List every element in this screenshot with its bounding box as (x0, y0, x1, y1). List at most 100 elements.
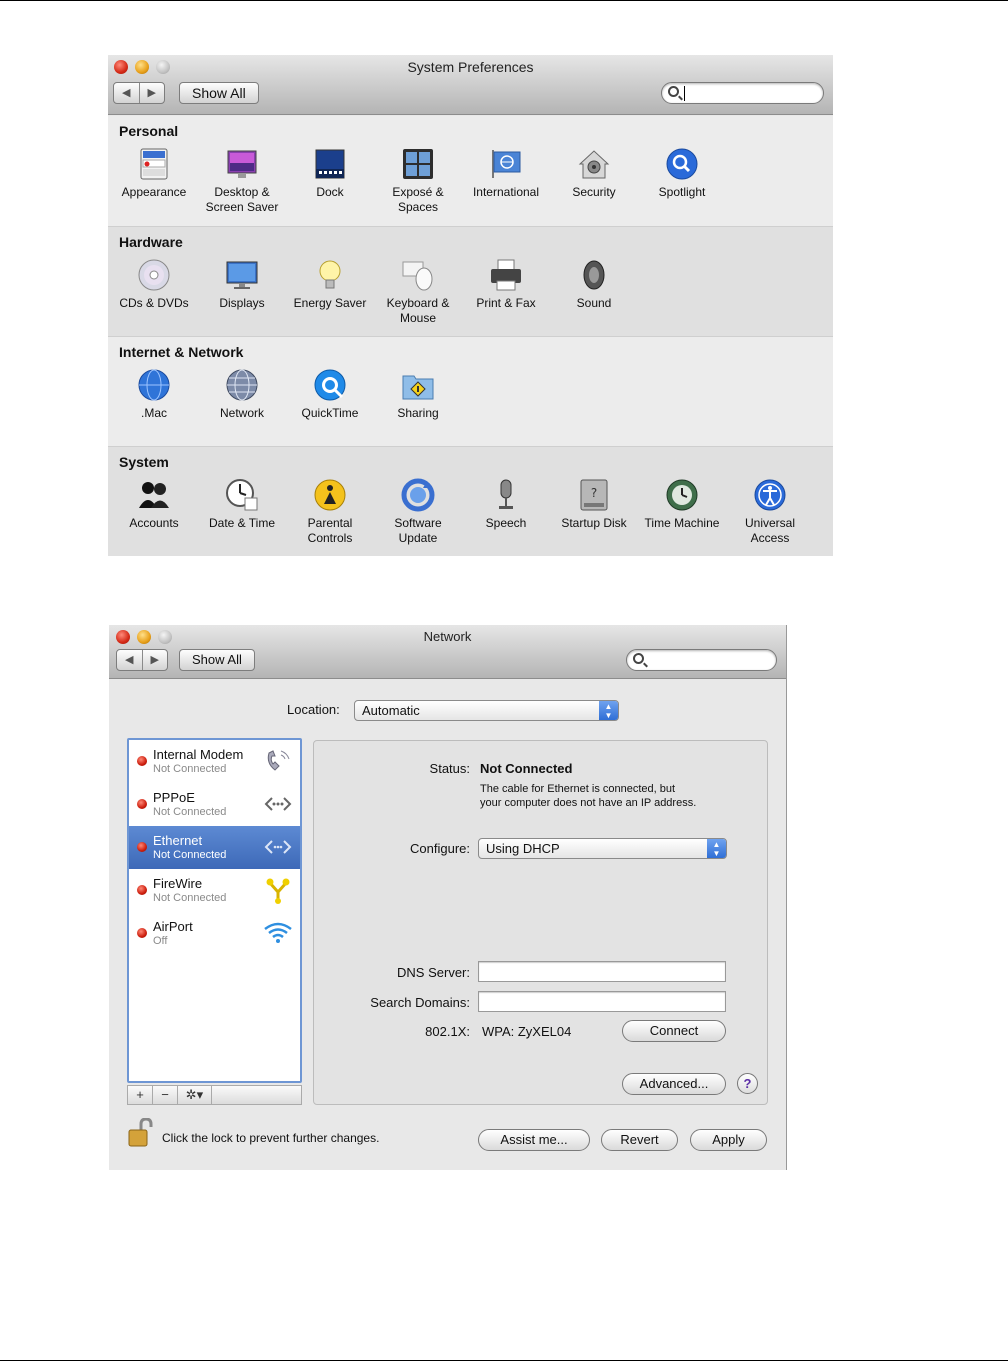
display-icon (226, 261, 258, 289)
service-list[interactable]: Internal Modem Not Connected PPPoE Not C… (127, 738, 302, 1083)
pane-security[interactable]: Security (550, 147, 638, 200)
service-name: Internal Modem (153, 747, 244, 762)
back-forward-buttons[interactable]: ◀ ▶ (113, 82, 165, 104)
pppoe-arrows-icon (264, 797, 292, 811)
pane-label: QuickTime (301, 406, 359, 420)
pane-print-fax[interactable]: Print & Fax (462, 258, 550, 311)
popup-arrows-icon: ▲ ▼ (707, 839, 726, 858)
quicktime-icon (314, 369, 346, 401)
service-internal-modem[interactable]: Internal Modem Not Connected (129, 740, 300, 783)
pane-label: Print & Fax (476, 296, 536, 310)
service-pppoe[interactable]: PPPoE Not Connected (129, 783, 300, 826)
help-button[interactable]: ? (737, 1073, 758, 1094)
advanced-button[interactable]: Advanced... (622, 1073, 726, 1095)
gear-menu-button[interactable]: ✲▾ (178, 1086, 212, 1104)
service-name: AirPort (153, 919, 193, 934)
revert-button[interactable]: Revert (601, 1129, 678, 1151)
printer-icon (491, 259, 521, 291)
desktop-icon (227, 150, 257, 178)
pane-mac[interactable]: .Mac (110, 368, 198, 421)
security-icon (578, 150, 610, 179)
pane-appearance[interactable]: Appearance (110, 147, 198, 200)
pane-speech[interactable]: Speech (462, 478, 550, 531)
pane-parental-controls[interactable]: Parental Controls (286, 478, 374, 546)
section-title: Hardware (119, 234, 183, 250)
pane-sharing[interactable]: Sharing (374, 368, 462, 421)
remove-service-button[interactable]: − (153, 1086, 178, 1104)
location-select[interactable]: Automatic ▲ ▼ (354, 700, 619, 721)
pane-dock[interactable]: Dock (286, 147, 374, 200)
pane-international[interactable]: International (462, 147, 550, 200)
pane-displays[interactable]: Displays (198, 258, 286, 311)
bulb-icon (319, 260, 341, 289)
show-all-button[interactable]: Show All (179, 649, 255, 671)
search-input[interactable] (626, 649, 777, 671)
section-internet-network: Internet & Network .Mac Network QuickTim… (108, 337, 833, 447)
detail-panel: Status: Not Connected The cable for Ethe… (313, 740, 768, 1105)
connect-button[interactable]: Connect (622, 1020, 726, 1042)
back-button[interactable]: ◀ (117, 650, 143, 670)
add-service-button[interactable]: + (128, 1086, 153, 1104)
service-ethernet[interactable]: Ethernet Not Connected (129, 826, 300, 869)
search-domains-field[interactable] (478, 991, 726, 1012)
forward-button[interactable]: ▶ (140, 83, 165, 103)
service-status: Not Connected (153, 763, 227, 775)
dns-server-field[interactable] (478, 961, 726, 982)
status-value: Not Connected (480, 761, 573, 776)
cd-icon (138, 259, 170, 291)
search-icon (668, 86, 679, 97)
pane-quicktime[interactable]: QuickTime (286, 368, 374, 421)
pane-label: Spotlight (658, 185, 706, 199)
network-globe-icon (226, 369, 258, 401)
pane-label: CDs & DVDs (119, 296, 189, 310)
assist-me-button[interactable]: Assist me... (478, 1129, 590, 1151)
pane-label: Displays (219, 296, 265, 310)
search-domains-label: Search Domains: (370, 995, 470, 1010)
pane-startup-disk[interactable]: ? Startup Disk (550, 478, 638, 531)
pane-network[interactable]: Network (198, 368, 286, 421)
section-hardware: Hardware CDs & DVDs Displays Energy Save… (108, 227, 833, 337)
update-icon (401, 478, 435, 512)
clock-icon (226, 479, 258, 511)
pane-label: Sharing (397, 406, 439, 420)
lock-icon[interactable] (128, 1118, 154, 1148)
page-bottom-rule (0, 1360, 1008, 1361)
pane-label: Universal Access (744, 516, 795, 545)
location-value: Automatic (362, 703, 420, 718)
pane-universal-access[interactable]: Universal Access (726, 478, 814, 546)
pane-label: Speech (485, 516, 527, 530)
pane-label: Date & Time (208, 516, 276, 530)
pane-date-time[interactable]: Date & Time (198, 478, 286, 531)
expose-icon (403, 149, 433, 179)
pane-software-update[interactable]: Software Update (374, 478, 462, 546)
back-forward-buttons[interactable]: ◀ ▶ (116, 649, 168, 671)
show-all-button[interactable]: Show All (179, 82, 259, 104)
service-airport[interactable]: AirPort Off (129, 912, 300, 955)
time-machine-icon (666, 479, 698, 511)
service-list-footer: + − ✲▾ (127, 1085, 302, 1105)
configure-select[interactable]: Using DHCP ▲ ▼ (478, 838, 727, 859)
pane-time-machine[interactable]: Time Machine (638, 478, 726, 531)
apply-button[interactable]: Apply (690, 1129, 767, 1151)
service-firewire[interactable]: FireWire Not Connected (129, 869, 300, 912)
pane-label: International (472, 185, 540, 199)
phone-icon (267, 750, 290, 771)
pane-spotlight[interactable]: Spotlight (638, 147, 726, 200)
pane-keyboard-mouse[interactable]: Keyboard & Mouse (374, 258, 462, 326)
window-title: Network (423, 629, 472, 644)
pane-cds-dvds[interactable]: CDs & DVDs (110, 258, 198, 311)
pane-label: Appearance (121, 185, 187, 199)
microphone-icon (499, 479, 513, 509)
section-title: Personal (119, 123, 179, 139)
pane-accounts[interactable]: Accounts (110, 478, 198, 531)
service-status: Off (153, 935, 168, 947)
back-button[interactable]: ◀ (114, 83, 140, 103)
pane-desktop-screen-saver[interactable]: Desktop & Screen Saver (198, 147, 286, 215)
pane-energy-saver[interactable]: Energy Saver (286, 258, 374, 311)
speaker-icon (583, 260, 605, 290)
network-window: Network ◀ ▶ Show All Location: Automatic… (109, 625, 787, 1170)
pane-sound[interactable]: Sound (550, 258, 638, 311)
search-input[interactable] (661, 82, 824, 104)
forward-button[interactable]: ▶ (143, 650, 168, 670)
pane-expose-spaces[interactable]: Exposé & Spaces (374, 147, 462, 215)
